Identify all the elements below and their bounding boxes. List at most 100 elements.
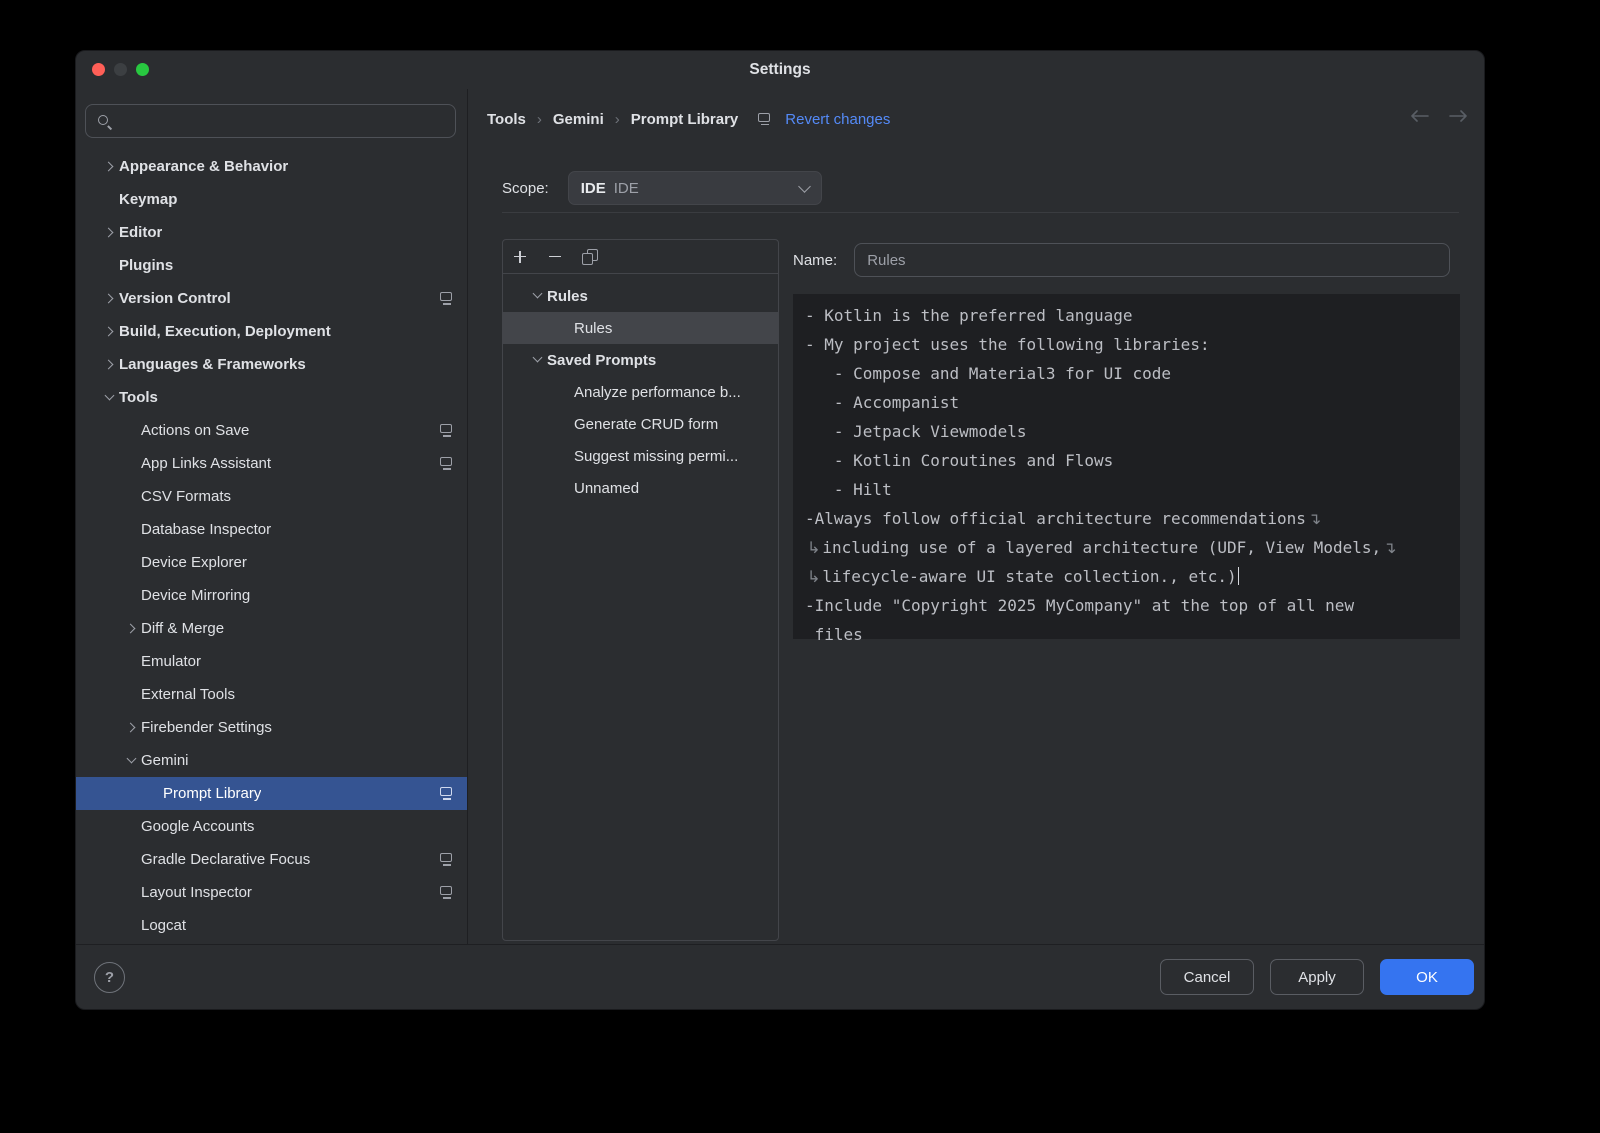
sidebar-item-layout-inspector[interactable]: Layout Inspector [76,876,467,909]
prompt-group-saved-prompts[interactable]: Saved Prompts [503,344,778,376]
ok-button[interactable]: OK [1380,959,1474,995]
chevron-placeholder [123,488,141,506]
scope-row: Scope: IDE IDE [502,171,822,205]
scope-dropdown[interactable]: IDE IDE [568,171,822,205]
chevron-placeholder [123,884,141,902]
editor-line-text: including use of a layered architecture … [822,538,1381,557]
prompt-item-analyze-performance-b[interactable]: Analyze performance b... [503,376,778,408]
settings-content: Tools › Gemini › Prompt Library Revert c… [468,89,1484,944]
breadcrumb-segment-gemini[interactable]: Gemini [553,111,604,128]
sidebar-item-device-explorer[interactable]: Device Explorer [76,546,467,579]
sidebar-item-plugins[interactable]: Plugins [76,249,467,282]
add-icon[interactable] [512,249,528,265]
chevron-right-icon[interactable] [101,290,119,308]
sidebar-item-label: Actions on Save [141,422,249,439]
remove-icon[interactable] [547,249,563,265]
prompt-name-input[interactable] [854,243,1450,277]
chevron-down-icon[interactable] [101,389,119,407]
sidebar-item-tools[interactable]: Tools [76,381,467,414]
editor-line-text: - Kotlin Coroutines and Flows [805,451,1113,470]
back-arrow-icon[interactable] [1410,109,1429,123]
prompt-group-rules[interactable]: Rules [503,280,778,312]
sidebar-item-google-accounts[interactable]: Google Accounts [76,810,467,843]
sidebar-item-appearance-behavior[interactable]: Appearance & Behavior [76,150,467,183]
editor-line-text: -Include "Copyright 2025 MyCompany" at t… [805,596,1354,615]
forward-arrow-icon[interactable] [1449,109,1468,123]
sidebar-item-gradle-declarative-focus[interactable]: Gradle Declarative Focus [76,843,467,876]
chevron-right-icon[interactable] [123,620,141,638]
editor-line: - Hilt [805,475,1448,504]
sidebar-item-build-execution-deployment[interactable]: Build, Execution, Deployment [76,315,467,348]
search-icon [96,113,112,129]
chevron-right-icon[interactable] [101,224,119,242]
apply-button[interactable]: Apply [1270,959,1364,995]
copy-icon[interactable] [582,249,598,265]
prompt-item-label: Rules [547,288,596,305]
scope-label: Scope: [502,180,549,197]
editor-line: - Compose and Material3 for UI code [805,359,1448,388]
chevron-down-icon[interactable] [529,351,547,369]
sidebar-item-actions-on-save[interactable]: Actions on Save [76,414,467,447]
name-label: Name: [793,252,837,269]
prompt-text-editor[interactable]: - Kotlin is the preferred language- My p… [793,294,1460,639]
ide-settings-icon [439,456,454,471]
help-label: ? [105,969,114,986]
chevron-placeholder [123,851,141,869]
footer: ? Cancel Apply OK [76,944,1484,1009]
editor-line-text: - Compose and Material3 for UI code [805,364,1171,383]
sidebar-item-label: Emulator [141,653,201,670]
prompt-item-suggest-missing-permi[interactable]: Suggest missing permi... [503,440,778,472]
sidebar-item-firebender-settings[interactable]: Firebender Settings [76,711,467,744]
sidebar-item-emulator[interactable]: Emulator [76,645,467,678]
chevron-placeholder [123,455,141,473]
prompt-item-unnamed[interactable]: Unnamed [503,472,778,504]
chevron-right-icon[interactable] [101,158,119,176]
sidebar-item-database-inspector[interactable]: Database Inspector [76,513,467,546]
revert-changes-link[interactable]: Revert changes [785,111,890,128]
sidebar-item-label: External Tools [141,686,235,703]
ide-settings-icon [439,885,454,900]
breadcrumb-separator-icon: › [537,111,542,128]
chevron-down-icon[interactable] [529,287,547,305]
scope-value: IDE [614,180,639,197]
prompt-item-rules[interactable]: Rules [503,312,778,344]
chevron-right-icon[interactable] [101,356,119,374]
sidebar-item-diff-merge[interactable]: Diff & Merge [76,612,467,645]
editor-line-text: files [805,625,863,644]
sidebar-item-languages-frameworks[interactable]: Languages & Frameworks [76,348,467,381]
editor-line-text: - Jetpack Viewmodels [805,422,1027,441]
sidebar-item-label: Version Control [119,290,231,307]
settings-search-input[interactable] [118,112,445,130]
sidebar-item-label: Keymap [119,191,177,208]
chevron-right-icon[interactable] [101,323,119,341]
prompt-item-generate-crud-form[interactable]: Generate CRUD form [503,408,778,440]
sidebar-item-app-links-assistant[interactable]: App Links Assistant [76,447,467,480]
window-body: Appearance & Behavior Keymap EditorPlugins… [76,89,1484,944]
sidebar-item-prompt-library[interactable]: Prompt Library [76,777,467,810]
sidebar-item-version-control[interactable]: Version Control [76,282,467,315]
prompt-item-label: Suggest missing permi... [574,448,746,465]
editor-line: - Kotlin is the preferred language [805,301,1448,330]
sidebar-item-logcat[interactable]: Logcat [76,909,467,942]
divider [502,212,1459,213]
sidebar-item-gemini[interactable]: Gemini [76,744,467,777]
help-button[interactable]: ? [94,962,125,993]
cancel-button[interactable]: Cancel [1160,959,1254,995]
breadcrumb-segment-prompt-library[interactable]: Prompt Library [631,111,739,128]
chevron-placeholder [101,191,119,209]
breadcrumb-segment-tools[interactable]: Tools [487,111,526,128]
settings-search[interactable] [85,104,456,138]
soft-wrap-end-icon: ↴ [1381,538,1398,557]
sidebar-item-device-mirroring[interactable]: Device Mirroring [76,579,467,612]
sidebar-item-csv-formats[interactable]: CSV Formats [76,480,467,513]
sidebar-item-keymap[interactable]: Keymap [76,183,467,216]
chevron-placeholder [123,653,141,671]
editor-line: -Always follow official architecture rec… [805,504,1448,533]
chevron-right-icon[interactable] [123,719,141,737]
chevron-down-icon[interactable] [123,752,141,770]
soft-wrap-start-icon: ↳ [805,567,822,586]
sidebar-item-editor[interactable]: Editor [76,216,467,249]
sidebar-item-external-tools[interactable]: External Tools [76,678,467,711]
sidebar-item-label: Tools [119,389,158,406]
prompt-item-label: Unnamed [574,480,647,497]
